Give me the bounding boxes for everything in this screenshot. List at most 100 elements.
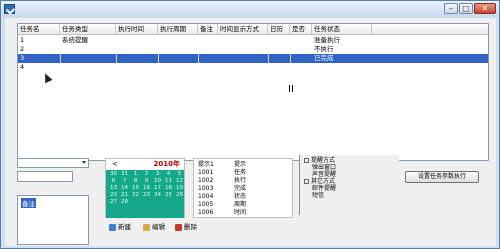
delete-button[interactable]: 删除: [175, 222, 197, 232]
info-text: 时间: [234, 209, 247, 216]
tree-node[interactable]: 弹出窗口: [312, 164, 336, 171]
calendar-day[interactable]: 6: [108, 178, 119, 185]
calendar-day[interactable]: 18: [163, 185, 174, 192]
calendar-day[interactable]: 2: [141, 171, 152, 178]
row-id: 3: [20, 54, 25, 62]
calendar-day[interactable]: 11: [163, 178, 174, 185]
info-text: 状态: [234, 193, 247, 200]
info-code: 1006: [198, 209, 214, 216]
calendar-day[interactable]: 23: [141, 192, 152, 199]
tree-node-label: 弹出窗口: [312, 164, 337, 171]
calendar-day[interactable]: 20: [108, 192, 119, 199]
tree-node-label: 提醒方式: [311, 157, 336, 164]
calendar-day[interactable]: 4: [163, 171, 174, 178]
reminder-tree-view[interactable]: 提醒方式 弹出窗口 声音提醒 其它方式 邮件提醒 短信: [299, 155, 399, 215]
tree-node-label: 其它方式: [311, 178, 336, 185]
list-item[interactable]: 1001 任务: [194, 169, 292, 177]
calendar-day[interactable]: 3: [152, 171, 163, 178]
maximize-button[interactable]: □: [459, 3, 473, 14]
column-header-exec-time[interactable]: 执行时间: [116, 24, 158, 35]
list-header: 任务名 任务类型 执行时间 执行周期 备注 时间显示方式 日历 是否 任务状态: [18, 24, 488, 35]
info-code: 1005: [198, 201, 214, 208]
calendar-day[interactable]: 21: [119, 192, 130, 199]
list-item[interactable]: 1002 执行: [194, 177, 292, 185]
calendar-day[interactable]: 27: [108, 199, 119, 206]
calendar-day[interactable]: 16: [141, 185, 152, 192]
table-row[interactable]: 2 不执行: [18, 45, 488, 54]
calendar-header: < 2010年: [106, 159, 184, 169]
calendar-day[interactable]: 12: [174, 178, 185, 185]
edit-button[interactable]: 编辑: [143, 222, 165, 232]
column-header-status[interactable]: 任务状态: [312, 24, 372, 35]
info-code: 1004: [198, 193, 214, 200]
row-status: 已完成: [314, 54, 334, 62]
list-item[interactable]: 1003 完成: [194, 185, 292, 193]
chevron-down-icon[interactable]: [82, 161, 86, 164]
row-id: 4: [20, 63, 25, 71]
new-button[interactable]: 新建: [109, 222, 131, 232]
calendar-day[interactable]: 19: [174, 185, 185, 192]
info-code: 1001: [198, 169, 214, 176]
calendar-prev-button[interactable]: <: [112, 160, 118, 168]
tree-node[interactable]: 短信: [312, 192, 324, 199]
calendar-day[interactable]: 14: [119, 185, 130, 192]
calendar-day[interactable]: 31: [119, 171, 130, 178]
list-item[interactable]: 提示1 提示: [194, 161, 292, 169]
calendar-day[interactable]: 22: [130, 192, 141, 199]
title-bar[interactable]: – □ ✕: [1, 1, 499, 17]
text-input[interactable]: [17, 171, 73, 182]
list-item[interactable]: 1004 状态: [194, 193, 292, 201]
column-header-note[interactable]: 备注: [198, 24, 218, 35]
row-status: 准备执行: [314, 36, 340, 44]
tree-expand-icon[interactable]: [304, 179, 309, 184]
info-code: 提示1: [198, 161, 214, 168]
calendar-day[interactable]: 24: [152, 192, 163, 199]
tree-node[interactable]: 邮件提醒: [312, 185, 336, 192]
calendar-day[interactable]: 25: [163, 192, 174, 199]
tree-node[interactable]: 提醒方式: [304, 157, 335, 164]
task-list-view[interactable]: 任务名 任务类型 执行时间 执行周期 备注 时间显示方式 日历 是否 任务状态 …: [17, 23, 489, 161]
tree-expand-icon[interactable]: [304, 158, 309, 163]
month-calendar[interactable]: < 2010年 30 31 1 2 3 4 5 6 7 8 9 10 11 12 13 14 15 16 17 18 1…: [105, 158, 185, 218]
calendar-day[interactable]: 17: [152, 185, 163, 192]
app-icon: [4, 4, 15, 14]
calendar-day[interactable]: 10: [152, 178, 163, 185]
memo-textarea[interactable]: 备注: [17, 195, 89, 245]
column-header-name[interactable]: 任务名: [18, 24, 60, 35]
list-item[interactable]: 1006 时间: [194, 209, 292, 217]
row-status: 不执行: [314, 45, 334, 53]
list-item[interactable]: 1005 周期: [194, 201, 292, 209]
calendar-day[interactable]: 15: [130, 185, 141, 192]
column-header-calendar[interactable]: 日历: [268, 24, 290, 35]
calendar-day[interactable]: 30: [108, 171, 119, 178]
info-text: 任务: [234, 169, 247, 176]
calendar-year: 2010年: [153, 160, 180, 168]
column-header-type[interactable]: 任务类型: [60, 24, 116, 35]
column-header-flag[interactable]: 是否: [290, 24, 312, 35]
column-header-time-display[interactable]: 时间显示方式: [218, 24, 268, 35]
calendar-day[interactable]: 9: [141, 178, 152, 185]
minimize-button[interactable]: –: [444, 3, 458, 14]
tree-node-label: 短信: [312, 192, 325, 199]
table-row[interactable]: 4: [18, 63, 488, 72]
column-header-cycle[interactable]: 执行周期: [158, 24, 198, 35]
calendar-day[interactable]: 28: [119, 199, 130, 206]
calendar-day[interactable]: 26: [174, 192, 185, 199]
calendar-day[interactable]: 8: [130, 178, 141, 185]
calendar-day[interactable]: 13: [108, 185, 119, 192]
row-type: 系统提醒: [62, 36, 88, 44]
calendar-day[interactable]: 1: [130, 171, 141, 178]
info-code: 1003: [198, 185, 214, 192]
filter-combobox[interactable]: [17, 158, 89, 168]
set-task-button[interactable]: 设置任务参数执行: [405, 171, 479, 183]
memo-text: 备注: [21, 198, 36, 208]
info-list[interactable]: 提示1 提示 1001 任务 1002 执行 1003 完成 1004 状态 1005 周期 1006 时…: [193, 158, 293, 218]
tree-node[interactable]: 其它方式: [304, 178, 335, 185]
calendar-days-grid[interactable]: 30 31 1 2 3 4 5 6 7 8 9 10 11 12 13 14 15 16 17 18 19 20 21 22 2…: [106, 170, 184, 218]
table-row-selected[interactable]: 3 已完成: [18, 54, 488, 63]
calendar-day[interactable]: 7: [119, 178, 130, 185]
close-button[interactable]: ✕: [474, 3, 496, 14]
calendar-day[interactable]: 5: [174, 171, 185, 178]
tree-node[interactable]: 声音提醒: [312, 171, 336, 178]
table-row[interactable]: 1 系统提醒 准备执行: [18, 36, 488, 45]
